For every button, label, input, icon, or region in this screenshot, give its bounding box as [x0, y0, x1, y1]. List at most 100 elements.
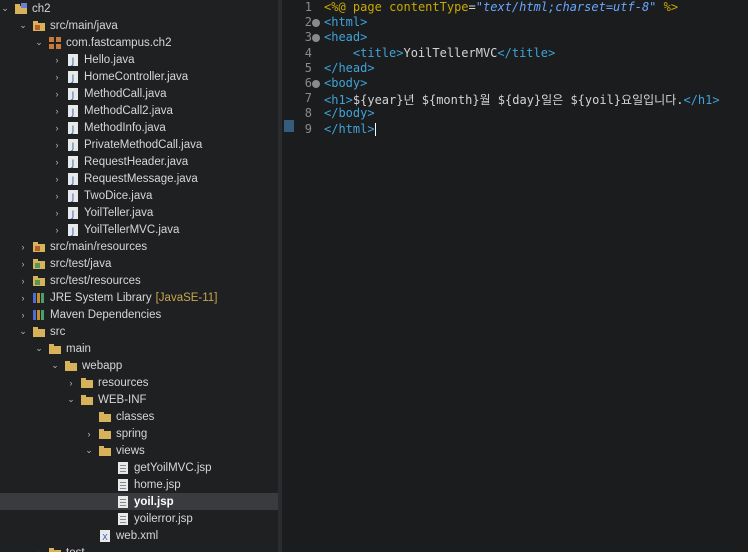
- tree-item[interactable]: ⌄ com.fastcampus.ch2: [0, 34, 278, 51]
- chevron-right-icon[interactable]: ›: [52, 140, 62, 150]
- line-number: 2: [304, 15, 312, 30]
- source-folder-icon: [32, 19, 46, 33]
- code-line[interactable]: <body>: [324, 76, 367, 90]
- tree-item[interactable]: › J HomeController.java: [0, 68, 278, 85]
- tree-item[interactable]: › J Hello.java: [0, 51, 278, 68]
- tree-item[interactable]: › resources: [0, 374, 278, 391]
- tree-item[interactable]: ⌄ WEB-INF: [0, 391, 278, 408]
- tree-item[interactable]: classes: [0, 408, 278, 425]
- chevron-down-icon[interactable]: ⌄: [0, 3, 10, 14]
- chevron-right-icon[interactable]: ›: [52, 157, 62, 167]
- code-line[interactable]: <head>: [324, 30, 367, 44]
- tree-item[interactable]: ⌄ ch2: [0, 0, 278, 17]
- chevron-down-icon[interactable]: ⌄: [66, 394, 76, 405]
- svg-text:J: J: [71, 57, 75, 67]
- tree-item[interactable]: ⌄ src: [0, 323, 278, 340]
- tree-item[interactable]: › src/test/resources: [0, 272, 278, 289]
- tree-item-label: main: [66, 342, 91, 355]
- jsp-file-icon: [116, 512, 130, 526]
- folder-icon: [64, 359, 78, 373]
- tree-item[interactable]: › test: [0, 544, 278, 552]
- fold-toggle-icon[interactable]: [312, 34, 320, 43]
- java-file-icon: J: [66, 138, 80, 152]
- code-line[interactable]: </body>: [324, 106, 375, 120]
- svg-text:J: J: [71, 159, 75, 169]
- tree-item[interactable]: › src/test/java: [0, 255, 278, 272]
- fold-toggle-icon[interactable]: [312, 80, 320, 88]
- folder-icon: [98, 427, 112, 441]
- line-number: 7: [304, 91, 312, 106]
- chevron-right-icon[interactable]: ›: [52, 72, 62, 82]
- code-line[interactable]: <%@ page contentType="text/html;charset=…: [324, 0, 678, 14]
- tree-item[interactable]: Xweb.xml: [0, 527, 278, 544]
- folder-icon: [80, 393, 94, 407]
- chevron-down-icon[interactable]: ⌄: [18, 20, 28, 31]
- chevron-down-icon[interactable]: ⌄: [34, 343, 44, 354]
- chevron-right-icon[interactable]: ›: [52, 55, 62, 65]
- tree-item[interactable]: › JRE System Library [JavaSE-11]: [0, 289, 278, 306]
- svg-text:J: J: [71, 74, 75, 84]
- fold-toggle-icon[interactable]: [312, 19, 320, 28]
- tree-item[interactable]: yoilerror.jsp: [0, 510, 278, 527]
- tree-item[interactable]: › J PrivateMethodCall.java: [0, 136, 278, 153]
- tree-item[interactable]: › J RequestHeader.java: [0, 153, 278, 170]
- code-line[interactable]: </head>: [324, 61, 375, 75]
- tree-item[interactable]: home.jsp: [0, 476, 278, 493]
- tree-item[interactable]: › Maven Dependencies: [0, 306, 278, 323]
- chevron-right-icon[interactable]: ›: [66, 378, 76, 388]
- chevron-right-icon[interactable]: ›: [18, 259, 28, 269]
- chevron-down-icon[interactable]: ⌄: [84, 445, 94, 456]
- chevron-right-icon[interactable]: ›: [34, 548, 44, 552]
- svg-text:J: J: [71, 227, 75, 237]
- tree-item[interactable]: yoil.jsp: [0, 493, 278, 510]
- chevron-right-icon[interactable]: ›: [52, 106, 62, 116]
- code-line[interactable]: </html>: [324, 122, 376, 136]
- tree-item[interactable]: ⌄ views: [0, 442, 278, 459]
- java-file-icon: J: [66, 223, 80, 237]
- tree-item[interactable]: › src/main/resources: [0, 238, 278, 255]
- svg-text:J: J: [71, 210, 75, 220]
- code-line[interactable]: <title>YoilTellerMVC</title>: [324, 46, 555, 60]
- tree-item[interactable]: › spring: [0, 425, 278, 442]
- tree-item[interactable]: › J RequestMessage.java: [0, 170, 278, 187]
- tree-item[interactable]: ⌄ src/main/java: [0, 17, 278, 34]
- tree-item[interactable]: › J YoilTellerMVC.java: [0, 221, 278, 238]
- tree-item[interactable]: › J TwoDice.java: [0, 187, 278, 204]
- chevron-right-icon[interactable]: ›: [18, 276, 28, 286]
- jsp-file-icon: [116, 461, 130, 475]
- tree-item[interactable]: › J MethodInfo.java: [0, 119, 278, 136]
- svg-text:J: J: [71, 91, 75, 101]
- chevron-right-icon[interactable]: ›: [52, 174, 62, 184]
- chevron-down-icon[interactable]: ⌄: [18, 326, 28, 337]
- tree-item[interactable]: › J MethodCall2.java: [0, 102, 278, 119]
- tree-item[interactable]: ⌄ webapp: [0, 357, 278, 374]
- chevron-down-icon[interactable]: ⌄: [50, 360, 60, 371]
- tree-item[interactable]: › J MethodCall.java: [0, 85, 278, 102]
- chevron-right-icon[interactable]: ›: [84, 429, 94, 439]
- code-line[interactable]: <h1>${year}년 ${month}월 ${day}일은 ${yoil}요…: [324, 91, 720, 108]
- chevron-right-icon[interactable]: ›: [52, 123, 62, 133]
- chevron-right-icon[interactable]: ›: [18, 242, 28, 252]
- code-line[interactable]: <html>: [324, 15, 367, 29]
- java-file-icon: J: [66, 155, 80, 169]
- tree-item[interactable]: › J YoilTeller.java: [0, 204, 278, 221]
- tree-item-label: PrivateMethodCall.java: [84, 138, 203, 151]
- tree-item-label: src/test/resources: [50, 274, 141, 287]
- chevron-down-icon[interactable]: ⌄: [34, 37, 44, 48]
- chevron-right-icon[interactable]: ›: [52, 191, 62, 201]
- chevron-right-icon[interactable]: ›: [18, 293, 28, 303]
- code-editor[interactable]: 1 <%@ page contentType="text/html;charset…: [282, 0, 748, 552]
- tree-item[interactable]: getYoilMVC.jsp: [0, 459, 278, 476]
- chevron-right-icon[interactable]: ›: [52, 89, 62, 99]
- folder-icon: [80, 376, 94, 390]
- chevron-right-icon[interactable]: ›: [18, 310, 28, 320]
- tree-item-label: src/main/resources: [50, 240, 148, 253]
- tree-item-label: getYoilMVC.jsp: [134, 461, 212, 474]
- chevron-right-icon[interactable]: ›: [52, 225, 62, 235]
- tree-item[interactable]: ⌄ main: [0, 340, 278, 357]
- chevron-right-icon[interactable]: ›: [52, 208, 62, 218]
